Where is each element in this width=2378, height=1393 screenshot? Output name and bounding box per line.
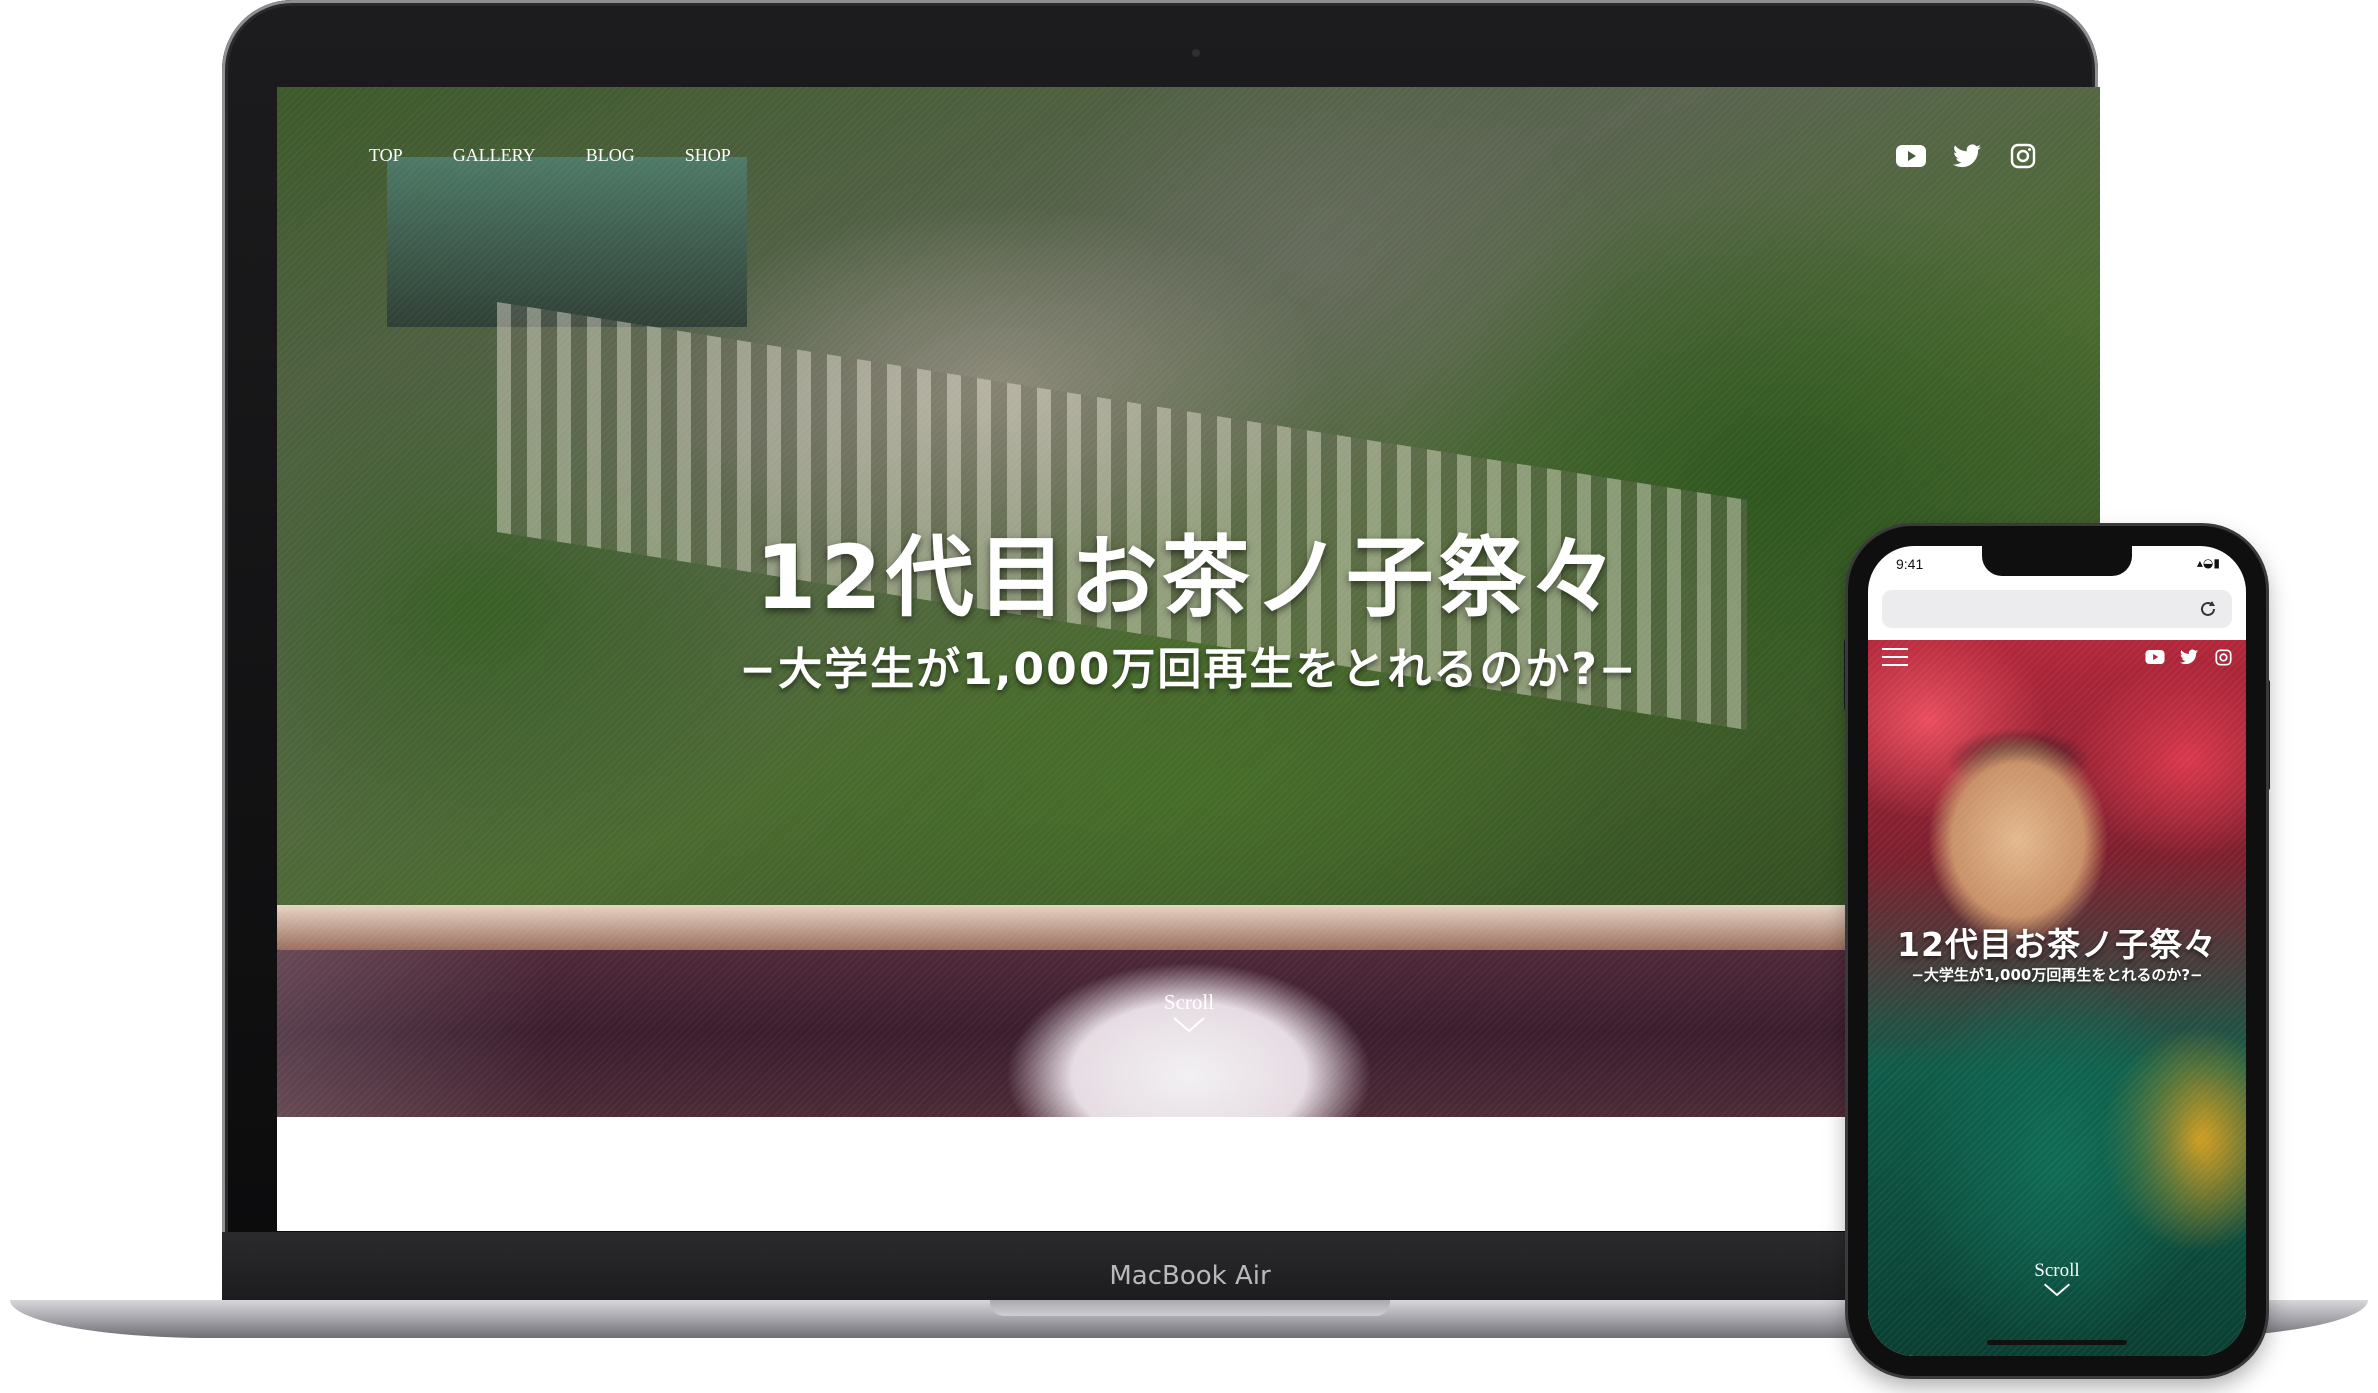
laptop-model-label: MacBook Air xyxy=(1109,1261,1271,1291)
phone-power-button xyxy=(2266,680,2270,790)
youtube-icon[interactable] xyxy=(2144,646,2166,668)
scroll-indicator[interactable]: Scroll xyxy=(1139,990,1239,1040)
laptop-camera xyxy=(1192,49,1200,57)
instagram-icon[interactable] xyxy=(2212,646,2234,668)
hero-subtitle: −大学生が1,000万回再生をとれるのか?− xyxy=(739,644,1638,695)
social-links xyxy=(1894,141,2040,171)
url-bar[interactable] xyxy=(1882,590,2232,628)
nav-item-gallery[interactable]: GALLERY xyxy=(453,145,536,166)
status-time: 9:41 xyxy=(1896,556,1924,572)
phone-hero-image: 12代目お茶ノ子祭々 −大学生が1,000万回再生をとれるのか?− Scroll xyxy=(1868,640,2246,1356)
chevron-down-icon xyxy=(1173,1017,1205,1033)
hatch-overlay xyxy=(1868,640,2246,1356)
reload-icon[interactable] xyxy=(2198,599,2218,619)
hamburger-menu-icon[interactable] xyxy=(1882,648,1908,668)
status-icons: ▴◒▮ xyxy=(2196,556,2220,570)
phone-notch xyxy=(1982,546,2132,576)
home-indicator xyxy=(1987,1340,2127,1345)
hatch-overlay xyxy=(277,87,2100,905)
phone-hero-title: 12代目お茶ノ子祭々 xyxy=(1897,925,2217,964)
nav-item-blog[interactable]: BLOG xyxy=(586,145,635,166)
scroll-label: Scroll xyxy=(2034,1260,2080,1281)
laptop-screen: TOP GALLERY BLOG SHOP 12代目お茶ノ子祭々 −大学生が1,… xyxy=(277,87,2100,1231)
phone-frame: 9:41 ▴◒▮ 12代目お茶ノ子祭々 −大学生が1,000万回再生をとれるのか… xyxy=(1848,526,2266,1376)
youtube-icon[interactable] xyxy=(1894,141,1928,171)
nav-item-shop[interactable]: SHOP xyxy=(685,145,731,166)
instagram-icon[interactable] xyxy=(2006,141,2040,171)
phone-social-links xyxy=(2144,646,2234,668)
hero-background-image xyxy=(277,87,2100,905)
main-nav: TOP GALLERY BLOG SHOP xyxy=(369,145,731,166)
twitter-icon[interactable] xyxy=(2178,646,2200,668)
phone-scroll-indicator[interactable]: Scroll xyxy=(2007,1260,2107,1304)
twitter-icon[interactable] xyxy=(1950,141,1984,171)
laptop-hinge-notch xyxy=(990,1300,1390,1316)
hero-title: 12代目お茶ノ子祭々 xyxy=(755,526,1622,629)
nav-item-top[interactable]: TOP xyxy=(369,145,403,166)
chevron-down-icon xyxy=(2043,1283,2071,1297)
phone-hero-subtitle: −大学生が1,000万回再生をとれるのか?− xyxy=(1911,966,2203,984)
scroll-label: Scroll xyxy=(1163,990,1215,1014)
phone-screen: 9:41 ▴◒▮ 12代目お茶ノ子祭々 −大学生が1,000万回再生をとれるのか… xyxy=(1868,546,2246,1356)
